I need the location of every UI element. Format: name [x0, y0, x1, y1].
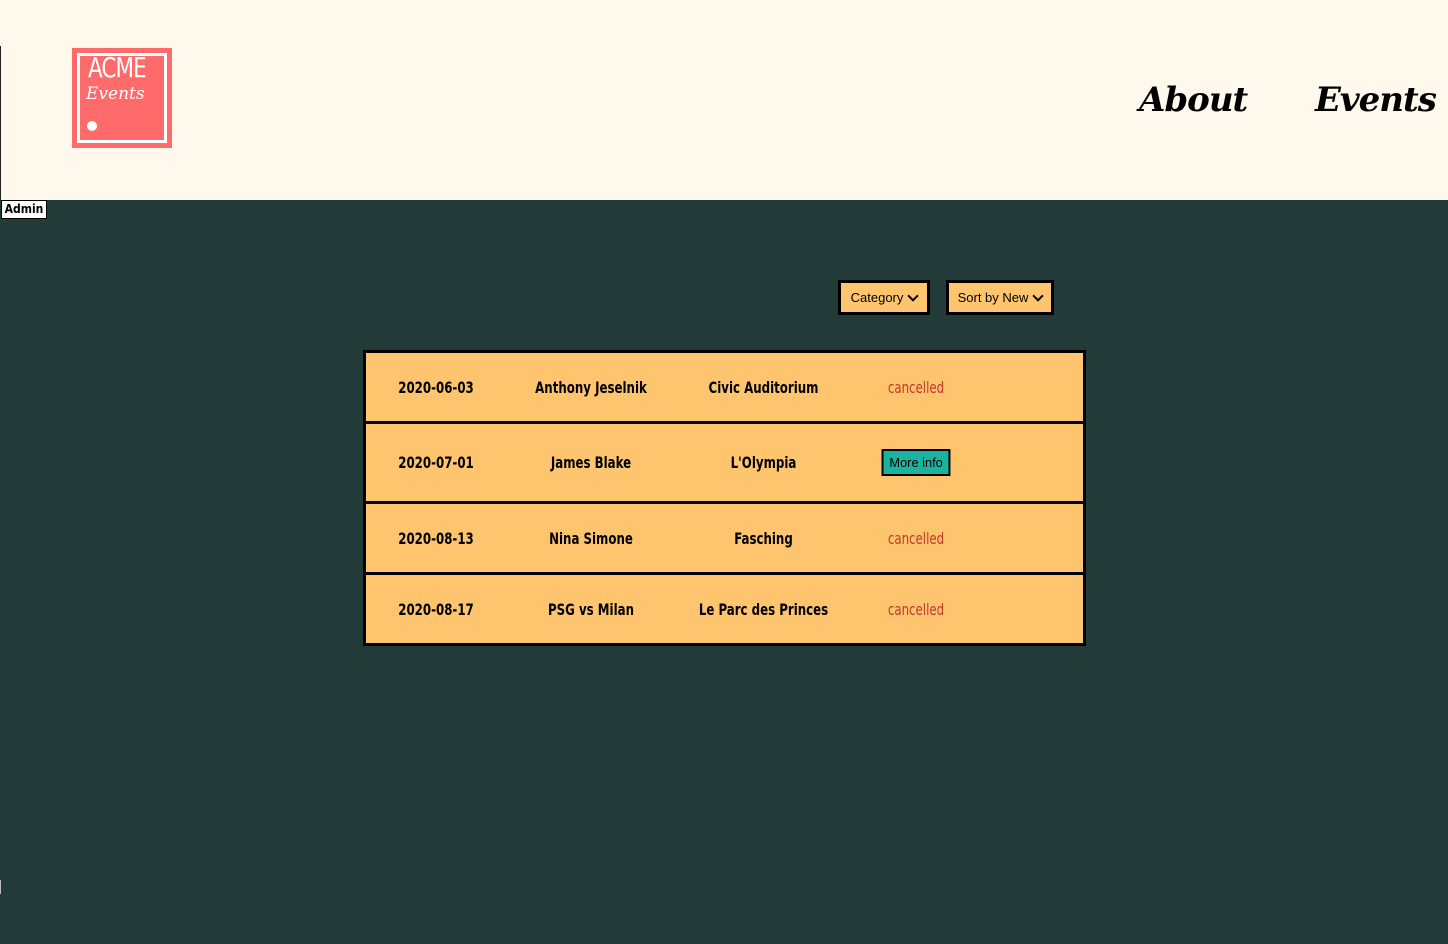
events-table: 2020-06-03 Anthony Jeselnik Civic Audito…: [363, 350, 1086, 646]
event-date: 2020-07-01: [398, 453, 474, 472]
site-header: ACME Events About Events: [0, 0, 1448, 200]
admin-button[interactable]: Admin: [1, 200, 47, 219]
event-date: 2020-08-17: [398, 599, 474, 619]
logo-dot: [87, 121, 97, 131]
logo-title: ACME: [88, 51, 147, 84]
nav-events-link[interactable]: Events: [1315, 78, 1437, 122]
table-row: 2020-08-13 Nina Simone Fasching cancelle…: [366, 504, 1083, 572]
nav-about-link[interactable]: About: [1139, 78, 1248, 122]
acme-events-logo[interactable]: ACME Events: [72, 48, 172, 148]
event-date: 2020-08-13: [398, 528, 474, 548]
event-name: Nina Simone: [549, 528, 633, 548]
category-select-value: Category: [850, 290, 904, 305]
event-name: James Blake: [550, 453, 632, 472]
event-venue: L'Olympia: [730, 453, 797, 472]
event-action-cell: More info: [859, 424, 974, 501]
chevron-down-icon: [907, 289, 920, 302]
event-name: Anthony Jeselnik: [535, 377, 647, 397]
event-status: cancelled: [887, 528, 945, 548]
sort-select-value: Sort by New: [957, 290, 1029, 305]
event-date: 2020-06-03: [398, 377, 474, 397]
header-edge: [0, 46, 1, 200]
event-venue: Civic Auditorium: [708, 377, 819, 397]
table-row: 2020-08-17 PSG vs Milan Le Parc des Prin…: [366, 575, 1083, 643]
left-edge-marker: [0, 880, 1, 894]
chevron-down-icon: [1032, 289, 1045, 302]
more-info-button[interactable]: More info: [881, 449, 951, 476]
event-status: cancelled: [887, 599, 945, 619]
event-status: cancelled: [887, 377, 945, 397]
event-name: PSG vs Milan: [548, 599, 634, 619]
table-row: 2020-06-03 Anthony Jeselnik Civic Audito…: [366, 353, 1083, 421]
event-venue: Le Parc des Princes: [698, 599, 829, 619]
table-row: 2020-07-01 James Blake L'Olympia More in…: [366, 424, 1083, 501]
logo-subtitle: Events: [86, 84, 145, 104]
category-select[interactable]: Category: [838, 280, 930, 315]
sort-select[interactable]: Sort by New: [946, 280, 1054, 315]
event-venue: Fasching: [734, 528, 793, 548]
